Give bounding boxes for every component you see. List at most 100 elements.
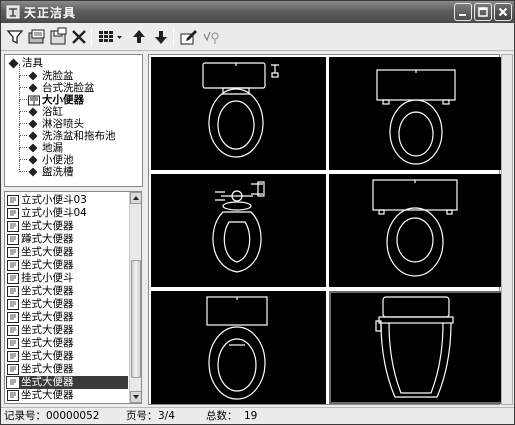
move-down-icon	[155, 31, 167, 44]
arrow-down-icon	[133, 395, 139, 399]
diamond-icon	[28, 83, 38, 93]
toilet-plan-icon	[206, 296, 268, 400]
edit-icon	[180, 30, 197, 45]
open-library-icon	[28, 29, 45, 44]
block-icon	[7, 390, 19, 401]
list-item[interactable]: 坐式大便器	[6, 285, 128, 298]
status-bar: 记录号： 00000052 页号： 3/4 总数： 19	[1, 407, 514, 424]
scroll-down-button[interactable]	[130, 391, 141, 403]
block-icon	[7, 247, 19, 258]
list-item[interactable]: 坐式大便器	[6, 337, 128, 350]
view-grid-icon	[99, 31, 122, 42]
list-item[interactable]: 坐式大便器	[6, 363, 128, 376]
total-value: 19	[244, 410, 258, 422]
page-label: 页号：	[126, 410, 158, 422]
record-label: 记录号：	[4, 410, 46, 422]
minimize-button[interactable]	[454, 3, 472, 21]
list-scrollbar[interactable]	[129, 192, 141, 403]
preview-cell[interactable]	[329, 57, 504, 170]
diamond-icon	[8, 58, 19, 69]
view-mode-button[interactable]	[97, 27, 125, 47]
toilet-plan-icon	[202, 62, 279, 158]
open-library-button[interactable]	[27, 27, 47, 47]
list-item[interactable]: 坐式大便器	[6, 324, 128, 337]
preview-cell[interactable]	[151, 57, 326, 170]
diamond-icon	[28, 143, 38, 153]
options-icon	[203, 31, 219, 44]
list-item[interactable]: 坐式大便器	[6, 350, 128, 363]
list-item-selected[interactable]: 坐式大便器	[6, 376, 128, 389]
edit-button[interactable]	[179, 27, 199, 47]
window-title: 天正洁具	[24, 6, 77, 20]
diamond-icon	[28, 119, 38, 129]
block-icon	[7, 364, 19, 375]
app-window: 天正洁具 洁具 洗脸盆 台式洗脸盆 大小便器 浴缸 淋浴喷头 洗涤盆和拖布池 地…	[0, 0, 515, 425]
app-icon	[6, 5, 20, 19]
list-item[interactable]: 坐式大便器	[6, 389, 128, 402]
diamond-icon	[28, 131, 38, 141]
grid-scrollbar[interactable]	[501, 54, 513, 405]
block-icon	[7, 351, 19, 362]
page-value: 3/4	[158, 410, 175, 422]
toilet-plan-icon	[212, 181, 265, 273]
list-item[interactable]: 坐式大便器	[6, 311, 128, 324]
move-down-button[interactable]	[151, 27, 171, 47]
move-up-icon	[133, 30, 145, 43]
maximize-button[interactable]	[474, 3, 492, 21]
fixture-list: 立式小便斗03 立式小便斗04 坐式大便器 蹲式大便器 坐式大便器 坐式大便器 挂式小便斗坐…	[4, 191, 142, 404]
arrow-up-icon	[133, 196, 139, 200]
preview-cell[interactable]	[329, 174, 504, 287]
preview-cell-selected[interactable]	[329, 291, 504, 404]
block-icon	[7, 312, 19, 323]
filter-button[interactable]	[5, 27, 25, 47]
move-up-button[interactable]	[129, 27, 149, 47]
save-icon	[50, 27, 67, 45]
toilet-elevation-icon	[375, 296, 454, 398]
block-icon	[7, 208, 19, 219]
preview-cell[interactable]	[151, 174, 326, 287]
delete-button[interactable]	[69, 27, 89, 47]
block-icon	[7, 286, 19, 297]
list-item[interactable]: 立式小便斗03	[6, 194, 128, 207]
list-item[interactable]: 立式小便斗04	[6, 207, 128, 220]
toilet-plan-icon	[376, 69, 456, 165]
close-icon	[498, 7, 508, 17]
block-icon	[7, 234, 19, 245]
category-tree: 洁具 洗脸盆 台式洗脸盆 大小便器 浴缸 淋浴喷头 洗涤盆和拖布池 地漏 小便池…	[4, 54, 143, 187]
preview-cell[interactable]	[151, 291, 326, 404]
scroll-up-button[interactable]	[130, 192, 141, 204]
toolbar	[1, 23, 514, 51]
block-icon	[7, 260, 19, 271]
block-icon	[7, 195, 19, 206]
block-icon	[7, 221, 19, 232]
diamond-icon	[28, 155, 38, 165]
list-item[interactable]: 坐式大便器	[6, 259, 128, 272]
diamond-icon	[28, 167, 38, 177]
minimize-icon	[459, 14, 466, 16]
list-item[interactable]: 坐式大便器	[6, 298, 128, 311]
save-button[interactable]	[49, 27, 69, 47]
open-book-icon	[28, 95, 40, 106]
list-item[interactable]: 坐式大便器	[6, 220, 128, 233]
diamond-icon	[28, 71, 38, 81]
preview-grid	[148, 54, 504, 405]
scroll-thumb[interactable]	[131, 260, 141, 378]
block-icon	[7, 299, 19, 310]
diamond-icon	[28, 107, 38, 117]
total-label: 总数：	[206, 410, 238, 422]
list-item[interactable]: 挂式小便斗	[6, 272, 128, 285]
block-icon	[7, 325, 19, 336]
title-bar[interactable]: 天正洁具	[1, 1, 514, 23]
close-button[interactable]	[494, 3, 512, 21]
list-item[interactable]: 蹲式大便器	[6, 233, 128, 246]
list-item[interactable]: 坐式大便器	[6, 246, 128, 259]
toilet-plan-icon	[372, 179, 458, 277]
maximize-icon	[478, 7, 488, 17]
block-icon	[7, 377, 19, 388]
block-icon	[7, 338, 19, 349]
block-icon	[7, 273, 19, 284]
options-button[interactable]	[201, 27, 221, 47]
delete-icon	[72, 30, 86, 44]
record-value: 00000052	[46, 410, 100, 422]
filter-icon	[6, 30, 24, 45]
